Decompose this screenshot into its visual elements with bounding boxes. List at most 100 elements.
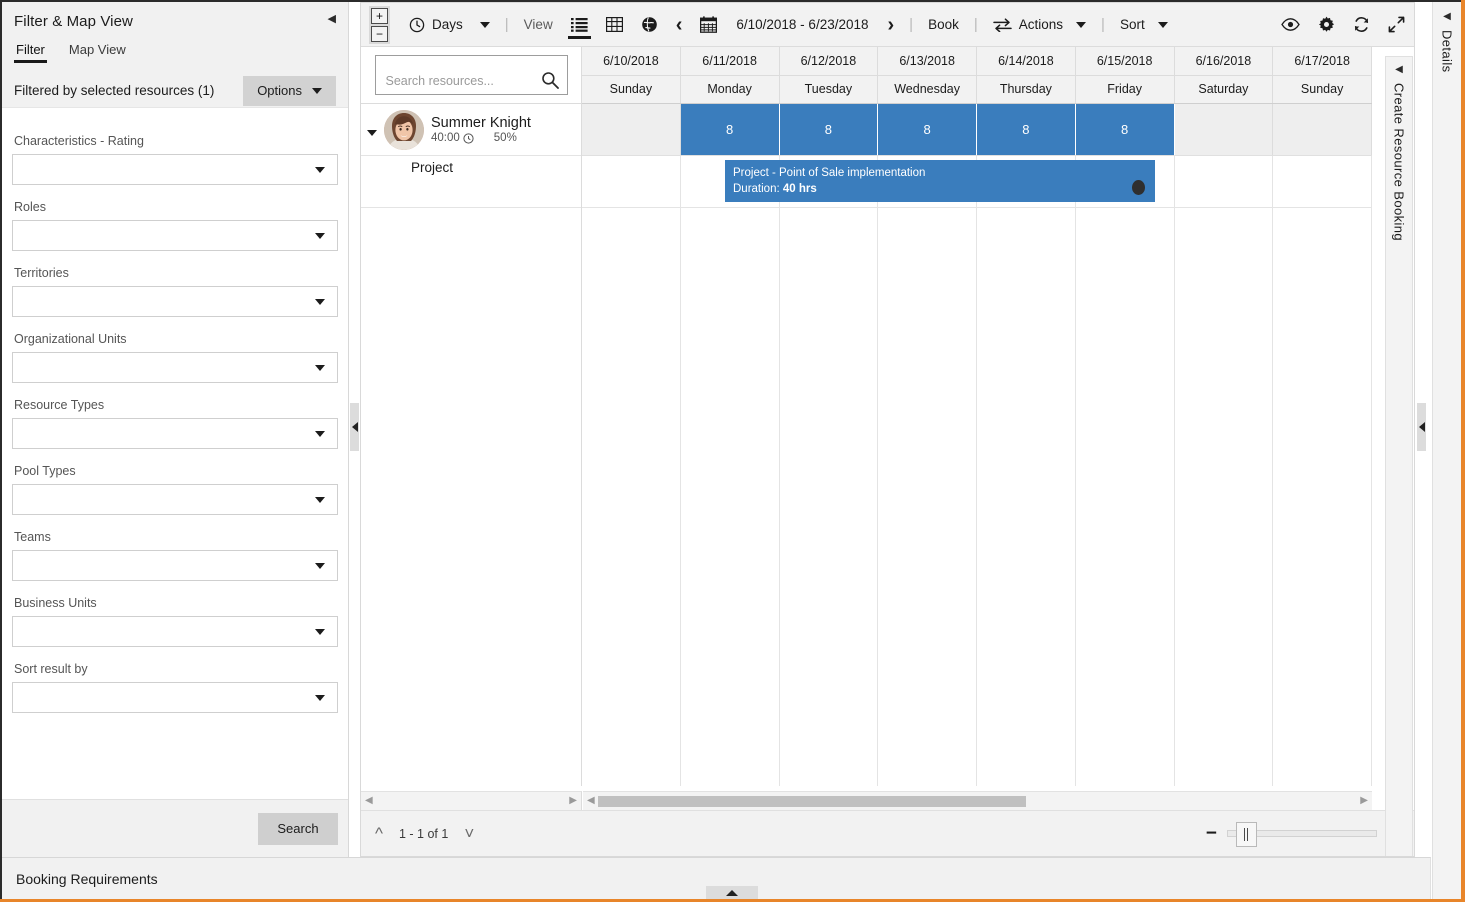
field-label: Roles [14,200,46,214]
filter-panel-header: Filter & Map View ◀ [2,2,348,40]
timescale-dropdown[interactable]: Days [400,3,499,47]
organizational-units-select[interactable] [12,352,338,383]
characteristics-rating-select[interactable] [12,154,338,185]
create-resource-booking-rail[interactable]: ◀ Create Resource Booking [1385,56,1413,856]
booking-bar[interactable]: Project - Point of Sale implementation D… [725,160,1155,202]
pool-types-select[interactable] [12,484,338,515]
zoom-out-button[interactable]: − [1206,824,1217,843]
field-sort-result-by: Sort result by [12,662,338,713]
sort-result-by-select[interactable] [12,682,338,713]
field-resource-types: Resource Types [12,398,338,449]
zoom-slider-track[interactable] [1226,822,1377,847]
chevron-down-icon [315,232,325,239]
schedule-toolbar: + − Days | View ‹ 6/10/2018 - 6/23/2018 … [361,3,1414,47]
day-label: Saturday [1198,82,1249,97]
schedule-date-header: 6/10/2018 Sunday 6/11/2018 Monday 6/12/2… [582,47,1372,104]
chevron-down-icon [315,694,325,701]
scroll-left-icon[interactable]: ◀ [587,796,595,806]
capacity-cell[interactable]: 8 [878,104,977,155]
zoom-slider-thumb[interactable] [1235,822,1257,847]
bottom-panel-collapse-handle[interactable] [706,886,758,899]
next-period-button[interactable]: › [879,3,904,47]
field-label: Organizational Units [14,332,127,346]
field-business-units: Business Units [12,596,338,647]
business-units-select[interactable] [12,616,338,647]
resource-row[interactable]: Summer Knight 40:00 50% [361,104,581,156]
tab-filter[interactable]: Filter [14,40,47,63]
fullscreen-button[interactable] [1379,3,1414,47]
timescale-zoom-out-button[interactable]: − [371,25,388,42]
details-rail[interactable]: ◀ Details [1432,2,1461,899]
search-button[interactable]: Search [258,812,338,845]
search-resources-input[interactable] [383,73,534,89]
collapse-panel-icon[interactable]: ◀ [328,14,336,25]
options-button[interactable]: Options [243,75,336,106]
capacity-cell[interactable]: 8 [1075,104,1175,155]
timescale-zoom-in-button[interactable]: + [371,7,388,24]
capacity-cell[interactable]: 8 [680,104,780,155]
scroll-left-icon[interactable]: ◀ [365,796,373,806]
sort-dropdown[interactable]: Sort [1111,3,1177,47]
filtered-by-label: Filtered by selected resources (1) [14,83,215,98]
chevron-down-icon [312,87,322,94]
chevron-left-icon[interactable]: ◀ [1443,12,1451,22]
view-grid-button[interactable] [597,3,632,47]
expand-diagonal-icon [1388,16,1405,33]
resource-meta: Summer Knight 40:00 50% [431,115,531,145]
list-view-icon [570,17,588,32]
capacity-cell[interactable]: 8 [977,104,1076,155]
resource-list-horizontal-scrollbar[interactable]: ◀ ▶ [361,791,582,810]
booking-resize-handle-icon[interactable] [1132,180,1145,195]
book-button[interactable]: Book [919,3,968,47]
app-root: Filter & Map View ◀ Filter Map View Filt… [0,0,1465,902]
toolbar-separator: | [973,16,978,33]
date-column: 6/16/2018 Saturday [1174,47,1274,103]
capacity-cell[interactable] [1273,104,1372,155]
filter-panel-tabs: Filter Map View [2,40,348,74]
actions-dropdown[interactable]: Actions [984,3,1095,47]
chevron-left-icon: ‹ [675,13,683,36]
view-list-button[interactable] [562,3,597,47]
filter-panel-title: Filter & Map View [14,12,133,30]
resource-child-row[interactable]: Project [361,156,581,208]
caret-down-icon[interactable] [367,129,377,136]
schedule-horizontal-scrollbar[interactable]: ◀ ▶ [583,791,1372,810]
toolbar-separator: | [504,16,509,33]
previous-period-button[interactable]: ‹ [667,3,692,47]
resource-search-box[interactable] [374,55,568,95]
teams-select[interactable] [12,550,338,581]
territories-select[interactable] [12,286,338,317]
chevron-down-icon [315,364,325,371]
resource-types-select[interactable] [12,418,338,449]
capacity-cell[interactable]: 8 [779,104,879,155]
date-label: 6/15/2018 [1075,47,1174,76]
date-label: 6/12/2018 [779,47,878,76]
refresh-button[interactable] [1344,3,1379,47]
search-icon[interactable] [541,71,559,89]
chevron-up-icon[interactable]: ^ [375,825,383,842]
field-pool-types: Pool Types [12,464,338,515]
chevron-down-icon[interactable]: ˅ [464,825,474,842]
scrollbar-thumb[interactable] [597,795,1026,807]
scroll-right-icon[interactable]: ▶ [1360,796,1368,806]
field-organizational-units: Organizational Units [12,332,338,383]
chevron-up-icon [726,889,738,896]
right-panel-splitter[interactable] [1417,403,1426,451]
chevron-down-icon [315,496,325,503]
view-map-button[interactable] [632,3,667,47]
chevron-left-icon[interactable]: ◀ [1395,65,1403,75]
capacity-cell[interactable] [1174,104,1274,155]
chevron-down-icon [479,21,490,28]
map-view-icon [641,16,658,33]
tab-map-view[interactable]: Map View [67,40,128,63]
capacity-cell[interactable] [582,104,681,155]
scroll-right-icon[interactable]: ▶ [569,796,577,806]
roles-select[interactable] [12,220,338,251]
settings-button[interactable] [1309,3,1344,47]
date-range-label[interactable]: 6/10/2018 - 6/23/2018 [726,17,878,32]
calendar-picker-button[interactable] [691,3,726,47]
left-panel-splitter[interactable] [350,403,359,451]
timescale-zoom-stack: + − [369,5,390,44]
grid-view-icon [605,17,623,32]
visibility-button[interactable] [1272,3,1309,47]
